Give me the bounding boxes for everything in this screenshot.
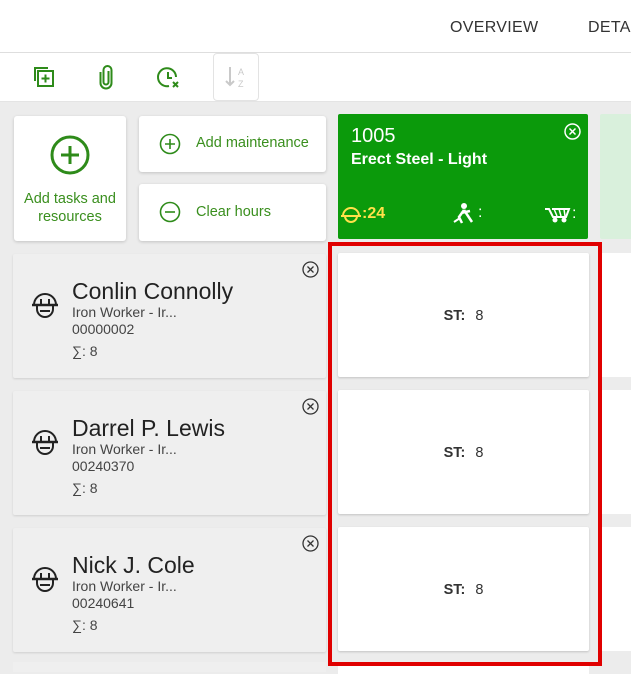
add-tasks-label: Add tasks and resources [24,191,116,225]
remove-icon[interactable] [302,398,319,415]
resource-card[interactable]: Nick J. Cole Iron Worker - Ir... 0024064… [13,528,326,652]
resource-card[interactable]: Conlin Connolly Iron Worker - Ir... 0000… [13,254,326,378]
wheelbarrow-icon [545,208,571,223]
hard-hat-icon [32,293,58,318]
hours-cell[interactable] [600,253,631,377]
worker-count: :24 [340,204,385,224]
resource-role: Iron Worker - Ir... [72,304,177,320]
sort-button[interactable]: A Z [213,53,259,101]
resource-role: Iron Worker - Ir... [72,441,177,457]
worker-shovel-icon [453,203,474,224]
equipment-count: : [452,202,482,224]
clear-time-button[interactable] [149,57,189,97]
resource-id: 00240370 [72,458,135,474]
resource-role: Iron Worker - Ir... [72,578,177,594]
resource-name: Darrel P. Lewis [72,415,225,441]
add-copy-button[interactable] [24,57,64,97]
add-tasks-resources-button[interactable]: Add tasks and resources [14,116,126,241]
resource-total: ∑: 8 [72,617,98,633]
material-count-value: : [572,205,577,222]
paperclip-icon [99,65,113,90]
tab-details[interactable]: DETA [588,19,631,37]
worker-count-value: :24 [362,205,386,222]
sigma-icon: ∑ [72,480,82,496]
add-maintenance-label: Add maintenance [196,135,309,151]
plus-circle-icon [159,133,181,155]
resource-total: ∑: 8 [72,480,98,496]
hard-hat-icon [32,567,58,592]
sigma-icon: ∑ [72,343,82,359]
task-card[interactable]: 1005 Erect Steel - Light :24 : : [338,114,588,239]
hours-cell[interactable] [600,527,631,651]
clear-hours-label: Clear hours [196,204,271,220]
clear-hours-button[interactable]: Clear hours [139,184,326,241]
material-count: : [544,204,576,224]
task-name: Erect Steel - Light [351,151,488,168]
add-maintenance-button[interactable]: Add maintenance [139,116,326,172]
sort-az-icon: A Z [225,67,244,89]
add-copy-icon [34,67,54,87]
resource-id: 00240641 [72,595,135,611]
minus-circle-icon [159,201,181,223]
svg-text:A: A [238,67,244,77]
next-task-card[interactable] [600,114,631,239]
selection-highlight [328,242,602,666]
remove-icon[interactable] [302,261,319,278]
equipment-count-value: : [478,204,483,221]
tab-overview[interactable]: OVERVIEW [450,19,538,37]
resource-card[interactable] [13,662,326,672]
resource-name: Nick J. Cole [72,552,195,578]
remove-icon[interactable] [302,535,319,552]
task-number: 1005 [351,125,396,147]
attach-button[interactable] [86,57,126,97]
resource-card[interactable]: Darrel P. Lewis Iron Worker - Ir... 0024… [13,391,326,515]
close-icon[interactable] [564,123,581,140]
toolbar: A Z [0,53,631,102]
resource-total: ∑: 8 [72,343,98,359]
top-nav: OVERVIEW DETA [0,0,631,53]
resource-name: Conlin Connolly [72,278,234,304]
hours-cell[interactable] [600,390,631,514]
resource-id: 00000002 [72,321,135,337]
add-circle-icon [50,135,90,175]
hard-hat-icon [341,207,361,223]
clock-cancel-icon [157,67,179,88]
sigma-icon: ∑ [72,617,82,633]
svg-text:Z: Z [238,79,244,89]
hard-hat-icon [32,430,58,455]
